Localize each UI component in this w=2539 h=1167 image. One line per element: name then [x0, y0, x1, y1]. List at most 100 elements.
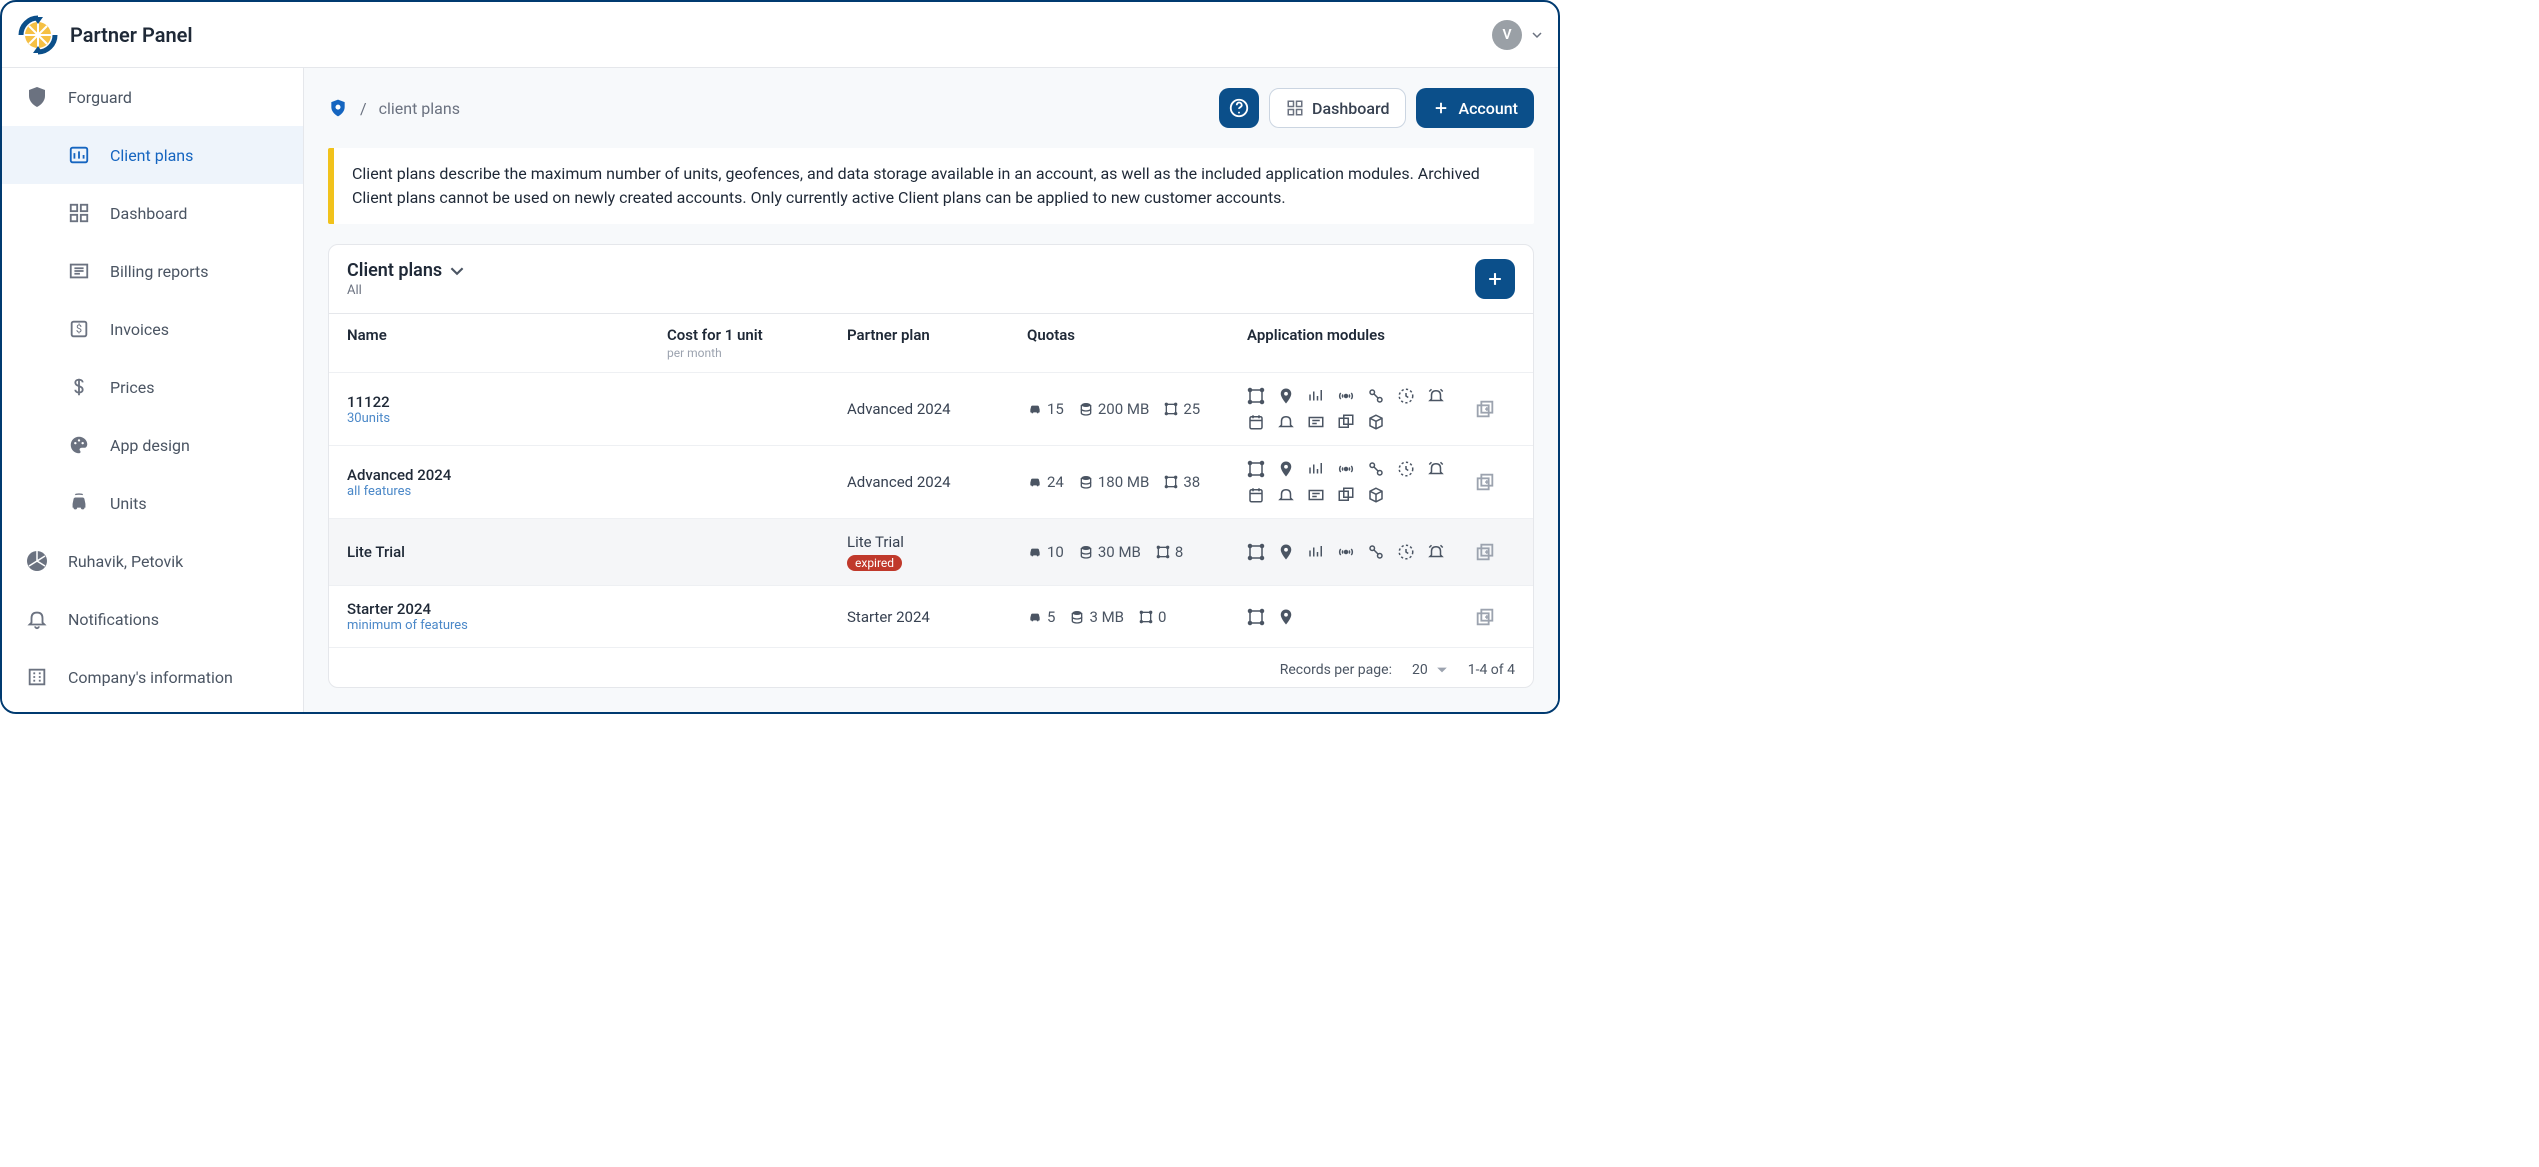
row-partner-plan: Advanced 2024	[847, 400, 1027, 418]
page-size-value: 20	[1412, 662, 1428, 678]
row-name: Starter 2024	[347, 600, 667, 618]
breadcrumb-shield-icon[interactable]	[328, 98, 348, 118]
sidebar-item-units[interactable]: Units	[2, 474, 303, 532]
plans-table: Client plans All Name Cost for	[328, 244, 1534, 688]
avatar-caret-icon[interactable]	[1532, 30, 1542, 40]
sidebar-item-label: Notifications	[68, 610, 159, 629]
module-icon	[1247, 387, 1265, 405]
sidebar-group-label: Forguard	[68, 88, 132, 107]
sidebar-item-label: Units	[110, 494, 147, 513]
building-icon	[24, 664, 50, 690]
module-icon	[1307, 413, 1325, 431]
page-size-select[interactable]: 20	[1412, 662, 1448, 678]
row-modules	[1247, 387, 1455, 431]
breadcrumb-current: client plans	[379, 99, 460, 118]
pager-label: Records per page:	[1280, 662, 1392, 678]
sidebar-item-app-design[interactable]: App design	[2, 416, 303, 474]
sidebar-item-notifications[interactable]: Notifications	[2, 590, 303, 648]
col-name: Name	[347, 326, 667, 360]
sidebar-item-label: Prices	[110, 378, 155, 397]
content: / client plans Dashboard Account	[304, 68, 1558, 712]
module-icon	[1427, 543, 1445, 561]
add-plan-button[interactable]	[1475, 259, 1515, 299]
module-icon	[1367, 413, 1385, 431]
sidebar-group-label: Ruhavik, Petovik	[68, 552, 183, 571]
app-logo	[18, 15, 58, 55]
module-icon	[1337, 486, 1355, 504]
module-icon	[1247, 413, 1265, 431]
dashboard-button[interactable]: Dashboard	[1269, 88, 1406, 128]
row-partner-plan: Lite Trial	[847, 533, 1027, 551]
sidebar-group-ruhavik[interactable]: Ruhavik, Petovik	[2, 532, 303, 590]
sidebar-item-label: Invoices	[110, 320, 169, 339]
module-icon	[1367, 387, 1385, 405]
table-header-row: Name Cost for 1 unit per month Partner p…	[329, 313, 1533, 372]
table-row[interactable]: Starter 2024 minimum of features Starter…	[329, 585, 1533, 647]
bell-icon	[24, 606, 50, 632]
module-icon	[1427, 460, 1445, 478]
row-name: Advanced 2024	[347, 466, 667, 484]
add-account-button[interactable]: Account	[1416, 88, 1534, 128]
breadcrumb-sep: /	[360, 99, 367, 118]
row-modules	[1247, 543, 1455, 561]
col-cost: Cost for 1 unit	[667, 326, 847, 344]
sidebar: Forguard Client plans Dashboard Billing …	[2, 68, 304, 712]
car-icon	[66, 490, 92, 516]
invoice-icon: $	[66, 316, 92, 342]
avatar[interactable]: V	[1492, 20, 1522, 50]
module-icon	[1367, 486, 1385, 504]
segment-icon	[24, 548, 50, 574]
module-icon	[1277, 387, 1295, 405]
table-row[interactable]: 11122 30units Advanced 2024 15 200 MB 25	[329, 372, 1533, 445]
module-icon	[1277, 460, 1295, 478]
sidebar-item-label: Client plans	[110, 146, 193, 165]
row-quotas: 15 200 MB 25	[1027, 400, 1247, 418]
row-quotas: 10 30 MB 8	[1027, 543, 1247, 561]
info-banner: Client plans describe the maximum number…	[328, 148, 1534, 224]
module-icon	[1397, 387, 1415, 405]
table-subtitle: All	[347, 283, 464, 298]
row-desc: all features	[347, 484, 667, 499]
module-icon	[1277, 543, 1295, 561]
pager-range: 1-4 of 4	[1468, 662, 1515, 678]
table-row[interactable]: Advanced 2024 all features Advanced 2024…	[329, 445, 1533, 518]
module-icon	[1307, 460, 1325, 478]
sidebar-item-billing-reports[interactable]: Billing reports	[2, 242, 303, 300]
module-icon	[1247, 543, 1265, 561]
module-icon	[1427, 387, 1445, 405]
table-title: Client plans	[347, 260, 442, 281]
shield-icon	[24, 84, 50, 110]
module-icon	[1277, 608, 1295, 626]
add-account-label: Account	[1458, 99, 1518, 118]
sidebar-item-label: Billing reports	[110, 262, 209, 281]
breadcrumb: / client plans	[328, 98, 460, 118]
table-row[interactable]: Lite Trial Lite Trial expired 10 30 MB 8	[329, 518, 1533, 585]
module-icon	[1367, 543, 1385, 561]
sidebar-item-prices[interactable]: Prices	[2, 358, 303, 416]
col-cost-sub: per month	[667, 346, 847, 360]
sidebar-group-forguard[interactable]: Forguard	[2, 68, 303, 126]
module-icon	[1307, 543, 1325, 561]
sidebar-item-client-plans[interactable]: Client plans	[2, 126, 303, 184]
sidebar-item-dashboard[interactable]: Dashboard	[2, 184, 303, 242]
row-quotas: 5 3 MB 0	[1027, 608, 1247, 626]
copy-icon[interactable]	[1474, 471, 1496, 493]
module-icon	[1397, 543, 1415, 561]
app-frame: Partner Panel V Forguard Client plans	[0, 0, 1560, 714]
module-icon	[1307, 387, 1325, 405]
copy-icon[interactable]	[1474, 541, 1496, 563]
dollar-icon	[66, 374, 92, 400]
app-title: Partner Panel	[70, 23, 193, 47]
sidebar-item-label: Company's information	[68, 668, 233, 687]
sidebar-item-company-info[interactable]: Company's information	[2, 648, 303, 706]
row-quotas: 24 180 MB 38	[1027, 473, 1247, 491]
sidebar-item-invoices[interactable]: $ Invoices	[2, 300, 303, 358]
module-icon	[1277, 486, 1295, 504]
help-button[interactable]	[1219, 88, 1259, 128]
module-icon	[1247, 460, 1265, 478]
copy-icon[interactable]	[1474, 398, 1496, 420]
module-icon	[1337, 413, 1355, 431]
row-partner-plan: Advanced 2024	[847, 473, 1027, 491]
chevron-down-icon[interactable]	[450, 264, 464, 278]
copy-icon[interactable]	[1474, 606, 1496, 628]
